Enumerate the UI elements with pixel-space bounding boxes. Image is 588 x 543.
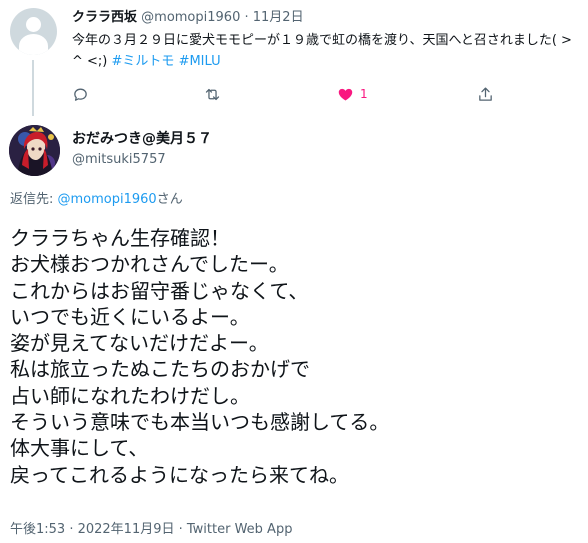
default-avatar[interactable] bbox=[10, 8, 57, 55]
retweet-icon bbox=[205, 88, 220, 100]
avatar-head-shape bbox=[26, 17, 41, 32]
replying-to-prefix: 返信先: bbox=[10, 192, 58, 207]
parent-tweet[interactable]: クララ西坂 @momopi1960 · 11月2日 今年の３月２９日に愛犬モモピ… bbox=[0, 0, 588, 116]
reply-author-handle[interactable]: @mitsuki5757 bbox=[72, 151, 166, 169]
parent-author-name[interactable]: クララ西坂 bbox=[72, 10, 137, 25]
hashtag-link[interactable]: #ミルトモ bbox=[112, 54, 175, 69]
avatar-body-shape bbox=[19, 34, 48, 55]
anime-avatar-illustration bbox=[9, 125, 60, 176]
replying-to-suffix: さん bbox=[156, 192, 183, 207]
replying-to-mention[interactable]: @momopi1960 bbox=[58, 192, 157, 207]
replying-to: 返信先: @momopi1960さん bbox=[10, 191, 183, 209]
reply-author-name[interactable]: おだみつき@美月５７ bbox=[72, 129, 212, 149]
like-icon bbox=[338, 88, 353, 101]
tweet-action-bar: 1 bbox=[72, 84, 572, 104]
share-icon bbox=[479, 86, 492, 101]
parent-tweet-text: 今年の３月２９日に愛犬モモピーが１９歳で虹の橋を渡り、天国へと召されました( >… bbox=[72, 30, 577, 72]
header-separator: · bbox=[244, 10, 249, 25]
parent-author-handle[interactable]: @momopi1960 bbox=[141, 10, 240, 25]
reply-icon bbox=[74, 88, 87, 101]
tweet-timestamp[interactable]: 午後1:53 · 2022年11月9日 · Twitter Web App bbox=[10, 521, 292, 539]
parent-tweet-date[interactable]: 11月2日 bbox=[253, 10, 304, 25]
reply-tweet-text: クララちゃん生存確認！ お犬様おつかれさんでしたー。 これからはお留守番じゃなく… bbox=[10, 226, 390, 487]
retweet-button[interactable] bbox=[204, 84, 221, 104]
parent-tweet-header: クララ西坂 @momopi1960 · 11月2日 bbox=[72, 9, 304, 27]
reply-button[interactable] bbox=[72, 84, 89, 104]
thread-connector-line bbox=[32, 60, 34, 116]
like-count: 1 bbox=[360, 87, 368, 101]
user-avatar[interactable] bbox=[9, 125, 60, 176]
like-button[interactable]: 1 bbox=[337, 84, 368, 104]
hashtag-link[interactable]: #MILU bbox=[179, 54, 221, 69]
share-button[interactable] bbox=[477, 84, 494, 104]
